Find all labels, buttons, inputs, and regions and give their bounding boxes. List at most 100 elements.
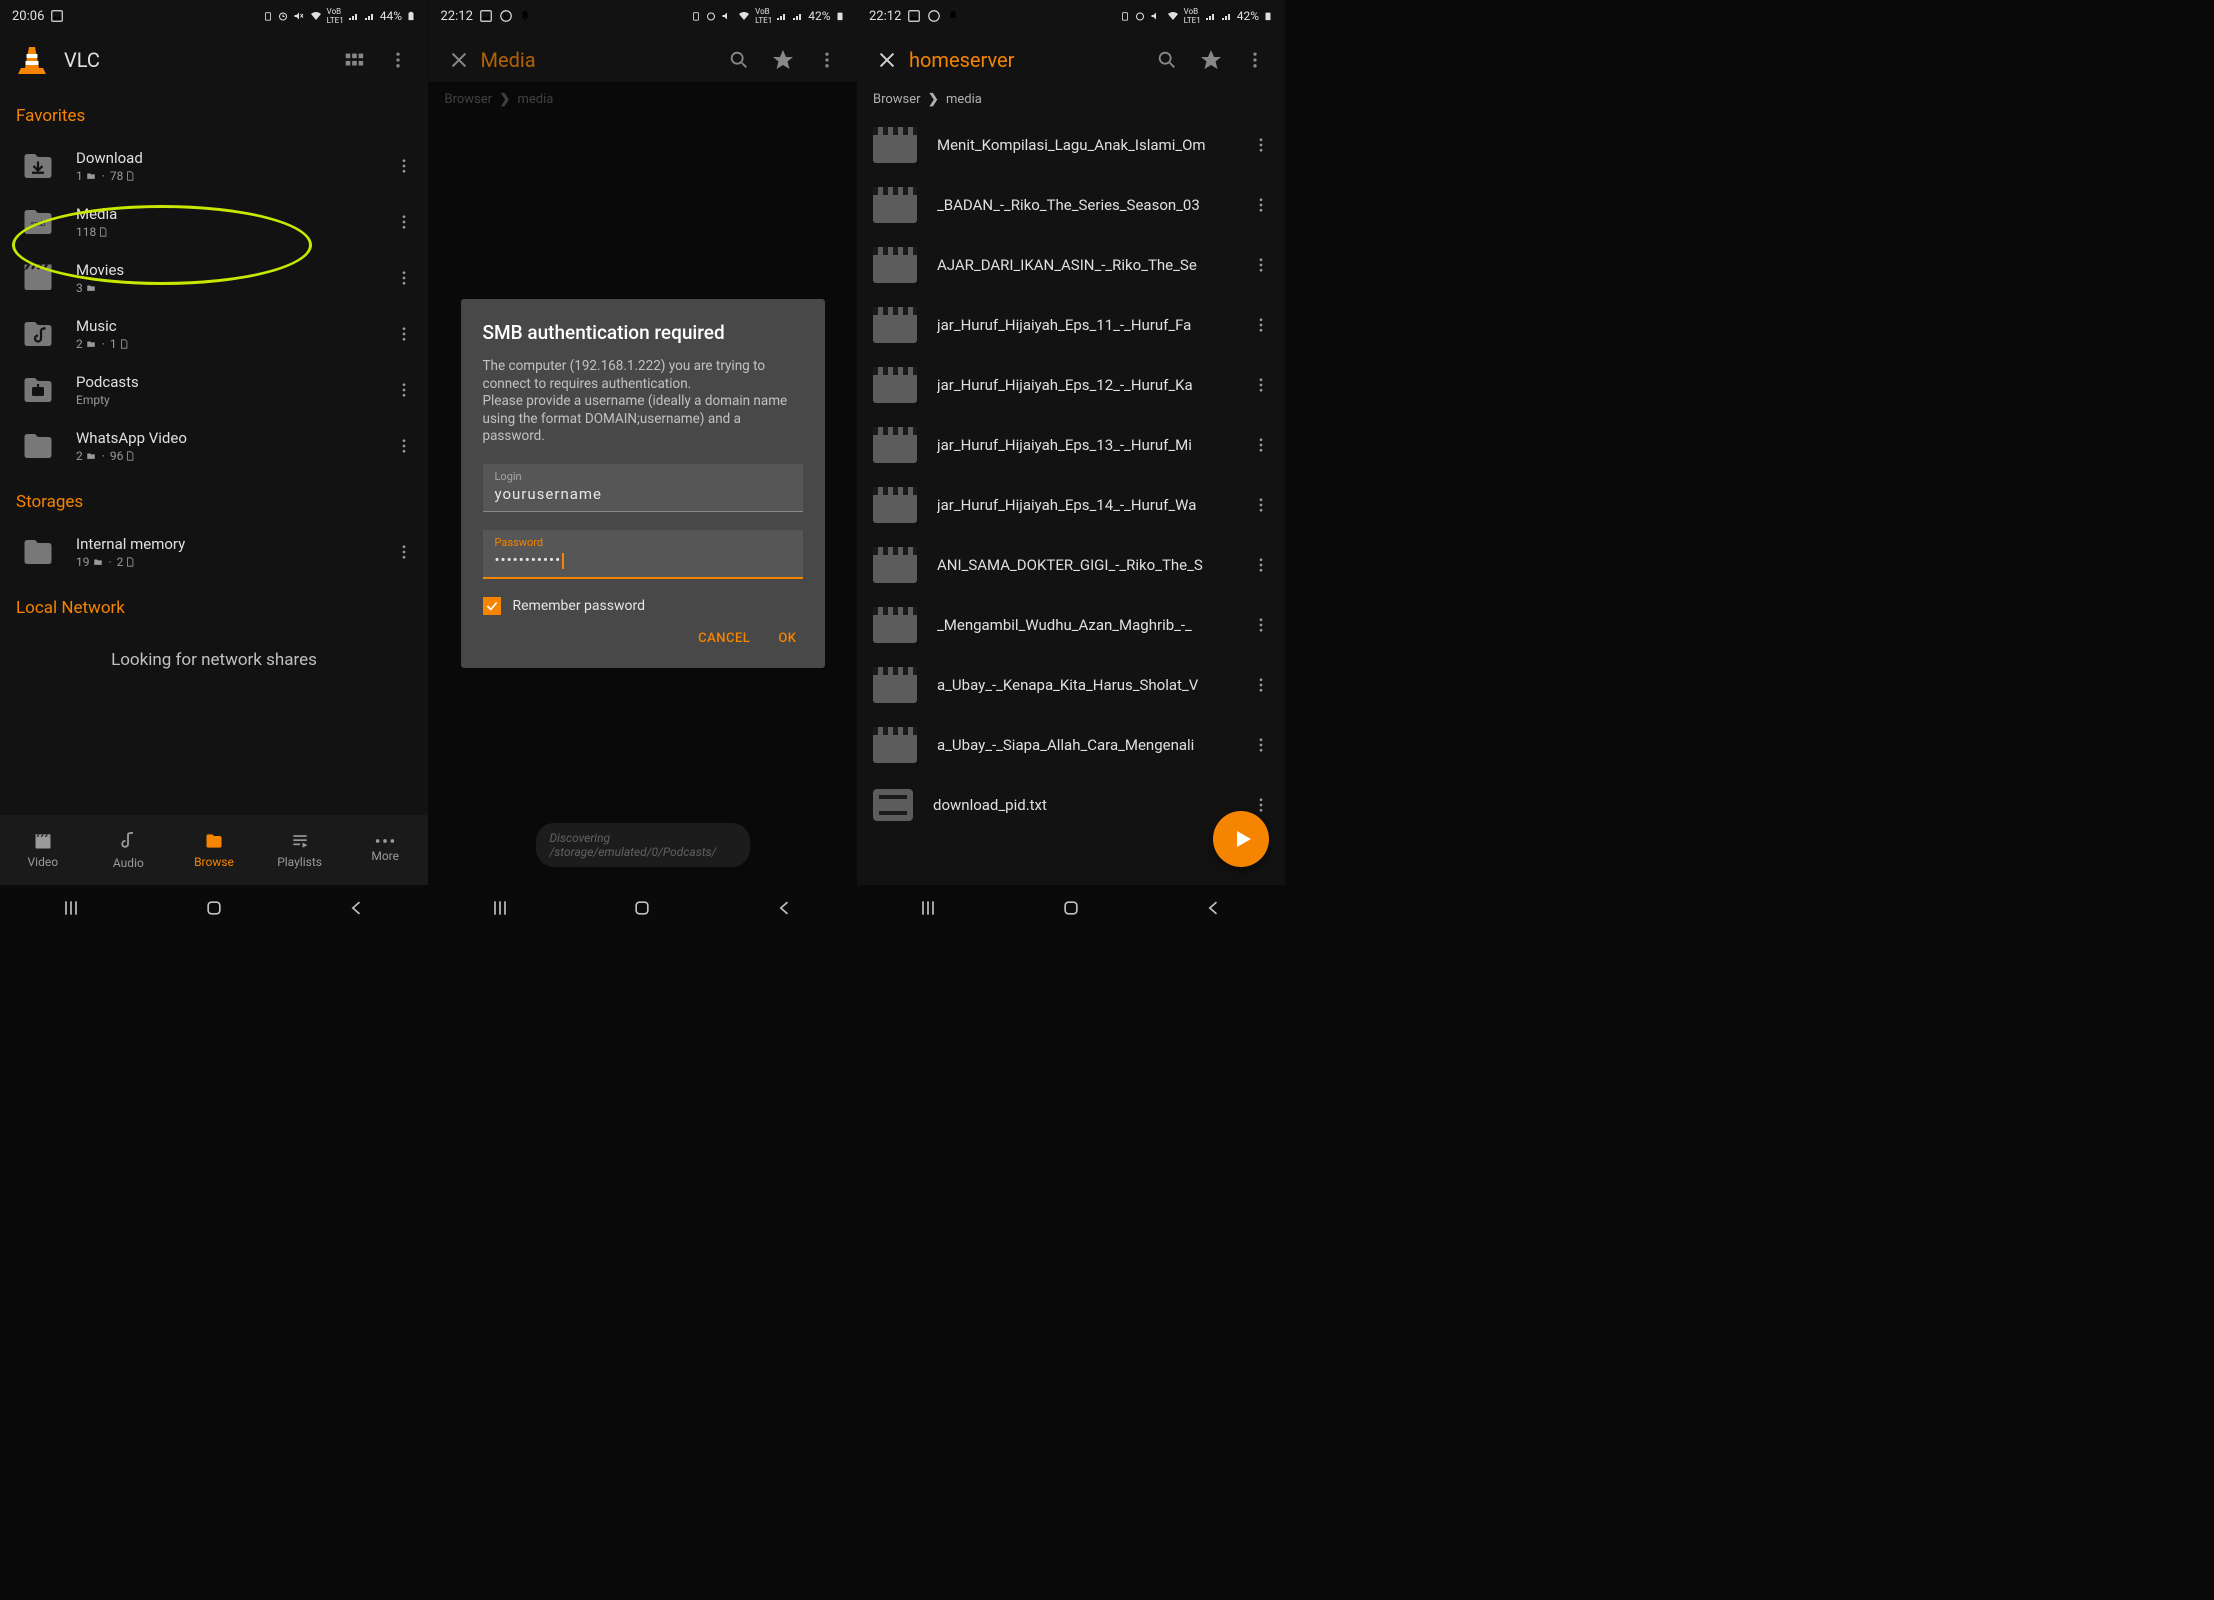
overflow-menu-button[interactable] [805,38,849,82]
nav-audio[interactable]: Audio [86,815,172,885]
media-item[interactable]: a_Ubay_-_Siapa_Allah_Cara_Mengenali [857,715,1285,775]
cancel-button[interactable]: CANCEL [698,631,750,646]
media-item[interactable]: Menit_Kompilasi_Lagu_Anak_Islami_Om [857,115,1285,175]
video-thumb-icon [873,247,917,283]
breadcrumb[interactable]: Browser ❯ media [857,88,1285,115]
dialog-actions: CANCEL OK [483,631,803,646]
item-more-button[interactable] [384,532,424,572]
item-more-button[interactable] [1241,485,1281,525]
nav-recents[interactable] [898,898,958,918]
list-item-sub: 3 [76,281,384,295]
status-battery-icon [835,9,845,23]
favorite-music[interactable]: Music 2 · 1 [0,306,428,362]
video-thumb-icon [873,547,917,583]
nav-browse[interactable]: Browse [171,815,257,885]
media-item[interactable]: jar_Huruf_Hijaiyah_Eps_13_-_Huruf_Mi [857,415,1285,475]
password-value: ••••••••••• [495,551,791,569]
nav-back[interactable] [327,898,387,918]
item-more-button[interactable] [1241,185,1281,225]
login-field[interactable]: Login yourusername [483,464,803,512]
browse-list: Favorites Download 1 · 78 [0,88,428,815]
folder-icon [16,530,60,574]
nav-home[interactable] [184,898,244,918]
item-more-button[interactable] [1241,425,1281,465]
item-more-button[interactable] [1241,665,1281,705]
nav-more[interactable]: More [342,815,428,885]
status-signal-2-icon [364,10,376,22]
status-time: 22:12 [441,9,473,24]
favorite-button[interactable] [761,38,805,82]
favorite-download[interactable]: Download 1 · 78 [0,138,428,194]
nav-video[interactable]: Video [0,815,86,885]
media-item[interactable]: jar_Huruf_Hijaiyah_Eps_11_-_Huruf_Fa [857,295,1285,355]
media-item[interactable]: a_Ubay_-_Kenapa_Kita_Harus_Sholat_V [857,655,1285,715]
status-alarm-icon [705,10,717,22]
toolbar-title: homeserver [909,48,1145,72]
status-lte-text: VoBLTE1 [327,7,344,25]
section-storages: Storages [0,474,428,524]
ok-button[interactable]: OK [778,631,796,646]
media-item[interactable]: jar_Huruf_Hijaiyah_Eps_12_-_Huruf_Ka [857,355,1285,415]
search-button[interactable] [1145,38,1189,82]
status-mute-icon [1150,10,1162,22]
list-item-label: jar_Huruf_Hijaiyah_Eps_14_-_Huruf_Wa [937,496,1241,514]
item-more-button[interactable] [1241,365,1281,405]
favorite-podcasts[interactable]: Podcasts Empty [0,362,428,418]
media-item[interactable]: _Mengambil_Wudhu_Azan_Maghrib_-_ [857,595,1285,655]
item-more-button[interactable] [1241,605,1281,645]
search-button[interactable] [717,38,761,82]
smb-folder-icon: smb [16,200,60,244]
nav-back[interactable] [1184,898,1244,918]
status-time: 20:06 [12,9,44,24]
media-item[interactable]: ANI_SAMA_DOKTER_GIGI_-_Riko_The_S [857,535,1285,595]
favorite-whatsapp-video[interactable]: WhatsApp Video 2 · 96 [0,418,428,474]
close-button[interactable] [865,38,909,82]
nav-recents[interactable] [470,898,530,918]
nav-playlists[interactable]: Playlists [257,815,343,885]
favorite-movies[interactable]: Movies 3 [0,250,428,306]
status-wifi-icon [1166,10,1180,22]
nav-back[interactable] [755,898,815,918]
item-more-button[interactable] [384,426,424,466]
overflow-menu-button[interactable] [1233,38,1277,82]
remember-password-row[interactable]: Remember password [483,597,803,615]
section-favorites: Favorites [0,88,428,138]
favorite-media-smb[interactable]: smb Media 118 [0,194,428,250]
android-status-bar: 22:12 VoBLTE1 42% [429,0,857,32]
media-item[interactable]: AJAR_DARI_IKAN_ASIN_-_Riko_The_Se [857,235,1285,295]
overflow-menu-button[interactable] [376,38,420,82]
item-more-button[interactable] [384,258,424,298]
list-item-sub: 19 · 2 [76,555,384,569]
item-more-button[interactable] [1241,725,1281,765]
nav-recents[interactable] [41,898,101,918]
password-field[interactable]: Password ••••••••••• [483,530,803,579]
item-more-button[interactable] [1241,545,1281,585]
storage-internal[interactable]: Internal memory 19 · 2 [0,524,428,580]
status-time: 22:12 [869,9,901,24]
app-toolbar: VLC [0,32,428,88]
item-more-button[interactable] [1241,305,1281,345]
password-label: Password [495,536,791,549]
item-more-button[interactable] [1241,245,1281,285]
status-battery-icon [406,9,416,23]
favorite-button[interactable] [1189,38,1233,82]
media-list: Menit_Kompilasi_Lagu_Anak_Islami_Om_BADA… [857,115,1285,885]
list-item-label: a_Ubay_-_Kenapa_Kita_Harus_Sholat_V [937,676,1241,694]
close-button[interactable] [437,38,481,82]
remember-checkbox[interactable] [483,597,501,615]
item-more-button[interactable] [384,370,424,410]
item-more-button[interactable] [384,314,424,354]
nav-home[interactable] [1041,898,1101,918]
item-more-button[interactable] [1241,125,1281,165]
media-item[interactable]: jar_Huruf_Hijaiyah_Eps_14_-_Huruf_Wa [857,475,1285,535]
list-item-label: a_Ubay_-_Siapa_Allah_Cara_Mengenali [937,736,1241,754]
item-more-button[interactable] [384,146,424,186]
grid-view-button[interactable] [332,38,376,82]
item-more-button[interactable] [384,202,424,242]
media-item[interactable]: _BADAN_-_Riko_The_Series_Season_03 [857,175,1285,235]
video-thumb-icon [873,607,917,643]
status-mute-icon [293,10,305,22]
nav-home[interactable] [612,898,672,918]
play-fab[interactable] [1213,811,1269,867]
video-thumb-icon [873,307,917,343]
